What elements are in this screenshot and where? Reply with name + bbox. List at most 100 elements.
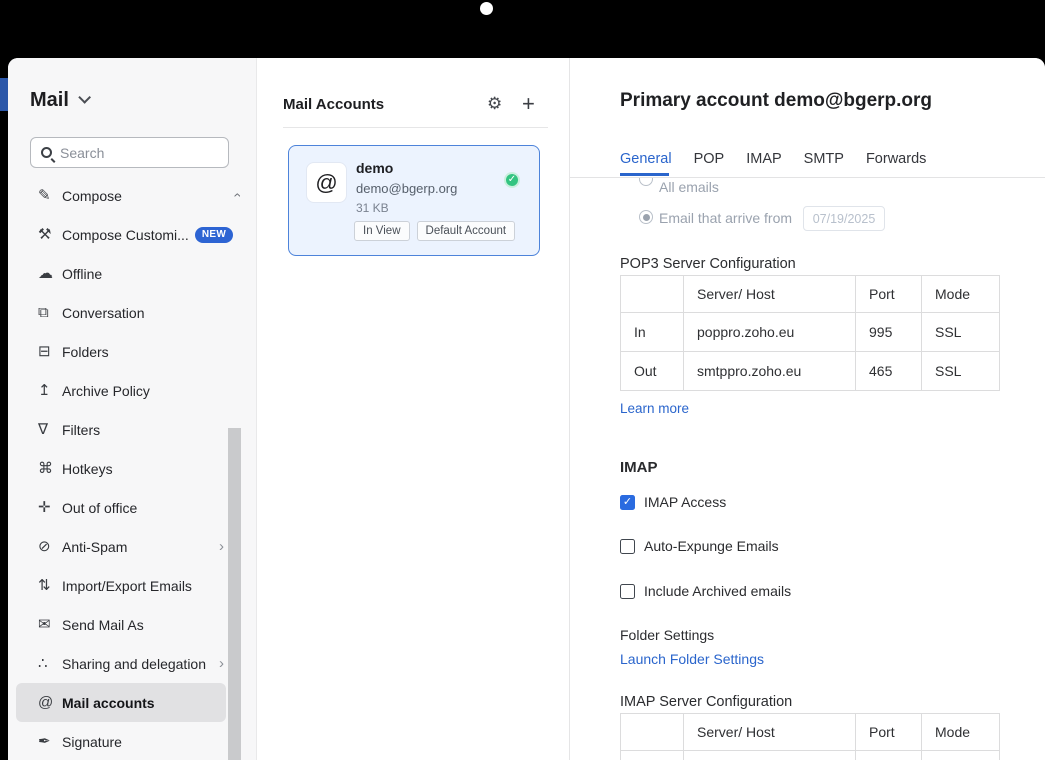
sidebar-item-compose[interactable]: ✎ Compose (16, 176, 226, 215)
sidebar-item-out-of-office[interactable]: ✛ Out of office (16, 488, 226, 527)
settings-sidebar: Mail Search ✎ Compose ⚒ Compose Customi.… (8, 58, 257, 760)
row-direction: In (621, 313, 684, 352)
divider (283, 127, 548, 128)
all-emails-radio[interactable] (639, 178, 653, 186)
table-row (621, 751, 1000, 760)
imap-access-label: IMAP Access (644, 494, 726, 510)
mail-title-label: Mail (30, 89, 69, 112)
default-account-badge: Default Account (417, 221, 516, 241)
active-check-icon: ✓ (504, 172, 520, 188)
imap-access-checkbox[interactable] (620, 495, 635, 510)
table-row: Out smtppro.zoho.eu 465 SSL (621, 352, 1000, 391)
auto-expunge-checkbox[interactable] (620, 539, 635, 554)
chevron-down-icon (78, 91, 91, 104)
row-port: 465 (856, 352, 922, 391)
tab-imap[interactable]: IMAP (746, 151, 781, 167)
accounts-settings-gear-icon[interactable]: ⚙ (487, 94, 502, 114)
pop3-config-heading: POP3 Server Configuration (620, 256, 796, 272)
send-mail-as-icon: ✉ (38, 617, 62, 632)
learn-more-link[interactable]: Learn more (620, 401, 689, 416)
row-mode: SSL (922, 313, 1000, 352)
compose-customize-icon: ⚒ (38, 227, 62, 242)
port-header: Port (856, 714, 922, 751)
signature-icon: ✒ (38, 734, 62, 749)
sidebar-item-compose-customization[interactable]: ⚒ Compose Customi... NEW (16, 215, 226, 254)
account-size: 31 KB (356, 201, 389, 215)
add-account-button[interactable]: + (522, 91, 535, 117)
anti-spam-icon: ⊘ (38, 539, 62, 554)
tab-smtp[interactable]: SMTP (804, 151, 844, 167)
include-archived-label: Include Archived emails (644, 583, 791, 599)
sidebar-item-folders[interactable]: ⊟ Folders (16, 332, 226, 371)
sidebar-item-archive-policy[interactable]: ↥ Archive Policy (16, 371, 226, 410)
imap-server-table: Server/ Host Port Mode (620, 713, 1000, 760)
server-host-header: Server/ Host (684, 714, 856, 751)
auto-expunge-label: Auto-Expunge Emails (644, 538, 779, 554)
sidebar-item-sharing-delegation[interactable]: ∴ Sharing and delegation › (16, 644, 226, 683)
table-corner-cell (621, 714, 684, 751)
launch-folder-settings-link[interactable]: Launch Folder Settings (620, 651, 764, 667)
server-host-header: Server/ Host (684, 276, 856, 313)
archive-icon: ↥ (38, 383, 62, 398)
account-badges: In View Default Account (354, 221, 515, 241)
at-sign-icon: @ (38, 695, 62, 710)
sidebar-item-mail-accounts[interactable]: @ Mail accounts (16, 683, 226, 722)
sidebar-item-hotkeys[interactable]: ⌘ Hotkeys (16, 449, 226, 488)
new-badge: NEW (195, 227, 233, 243)
hotkeys-icon: ⌘ (38, 461, 62, 476)
tab-forwards[interactable]: Forwards (866, 151, 926, 167)
in-view-badge: In View (354, 221, 410, 241)
tab-general[interactable]: General (620, 151, 672, 167)
settings-panel: Mail Search ✎ Compose ⚒ Compose Customi.… (8, 58, 1045, 760)
detail-tabs: General POP IMAP SMTP Forwards (620, 151, 926, 167)
arrive-from-label: Email that arrive from (659, 210, 792, 226)
pop3-server-table: Server/ Host Port Mode In poppro.zoho.eu… (620, 275, 1000, 391)
include-archived-checkbox[interactable] (620, 584, 635, 599)
page-title: Primary account demo@bgerp.org (620, 90, 932, 112)
chevron-right-icon: › (219, 656, 224, 671)
mode-header: Mode (922, 714, 1000, 751)
search-input[interactable]: Search (30, 137, 229, 168)
all-emails-label: All emails (659, 179, 719, 195)
conversation-icon: ⧉ (38, 305, 62, 320)
auto-expunge-row: Auto-Expunge Emails (620, 538, 779, 554)
account-name: demo (356, 160, 393, 176)
sidebar-item-conversation[interactable]: ⧉ Conversation (16, 293, 226, 332)
folders-icon: ⊟ (38, 344, 62, 359)
account-detail-panel: Primary account demo@bgerp.org General P… (570, 58, 1045, 760)
row-server: poppro.zoho.eu (684, 313, 856, 352)
row-mode: SSL (922, 352, 1000, 391)
sidebar-scrollbar-thumb[interactable] (228, 428, 241, 760)
search-placeholder: Search (60, 145, 104, 161)
sidebar-list: ✎ Compose ⚒ Compose Customi... NEW ☁ Off… (8, 176, 256, 760)
mail-accounts-panel: Mail Accounts ⚙ + @ demo demo@bgerp.org … (257, 58, 570, 760)
account-card-demo[interactable]: @ demo demo@bgerp.org 31 KB In View Defa… (288, 145, 540, 256)
mail-app-switcher[interactable]: Mail (30, 89, 87, 112)
table-row: In poppro.zoho.eu 995 SSL (621, 313, 1000, 352)
row-server: smtppro.zoho.eu (684, 352, 856, 391)
row-port: 995 (856, 313, 922, 352)
sidebar-item-offline[interactable]: ☁ Offline (16, 254, 226, 293)
imap-access-row: IMAP Access (620, 494, 726, 510)
status-dot (480, 2, 493, 15)
date-input[interactable]: 07/19/2025 (803, 206, 885, 231)
sidebar-item-filters[interactable]: ∇ Filters (16, 410, 226, 449)
offline-icon: ☁ (38, 266, 62, 281)
search-icon (41, 147, 52, 158)
sidebar-item-send-mail-as[interactable]: ✉ Send Mail As (16, 605, 226, 644)
row-direction: Out (621, 352, 684, 391)
detail-scroll-area: All emails Email that arrive from 07/19/… (570, 178, 1045, 760)
active-tab-underline (620, 173, 669, 176)
chevron-right-icon: › (219, 539, 224, 554)
tab-pop[interactable]: POP (694, 151, 725, 167)
sidebar-item-import-export[interactable]: ⇅ Import/Export Emails (16, 566, 226, 605)
arrive-from-radio[interactable] (639, 210, 653, 224)
scroll-up-chevron-icon[interactable]: › (228, 188, 244, 202)
import-export-icon: ⇅ (38, 578, 62, 593)
filter-funnel-icon: ∇ (38, 422, 62, 437)
share-icon: ∴ (38, 656, 62, 671)
table-corner-cell (621, 276, 684, 313)
sidebar-item-anti-spam[interactable]: ⊘ Anti-Spam › (16, 527, 226, 566)
sidebar-item-signature[interactable]: ✒ Signature (16, 722, 226, 760)
port-header: Port (856, 276, 922, 313)
